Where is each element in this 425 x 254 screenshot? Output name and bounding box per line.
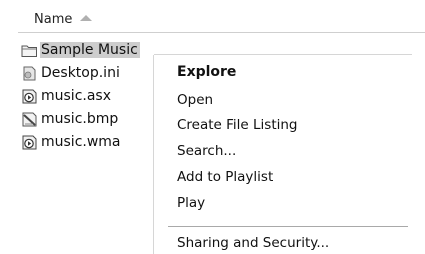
file-name: Sample Music: [40, 42, 140, 58]
file-name: music.asx: [41, 88, 111, 104]
media-file-icon: [22, 89, 37, 103]
file-name: music.bmp: [41, 111, 119, 127]
menu-item-add-to-playlist[interactable]: Add to Playlist: [177, 169, 273, 185]
menu-item-explore[interactable]: Explore: [177, 64, 236, 80]
name-column-label: Name: [34, 11, 73, 27]
sort-ascending-icon: [80, 15, 93, 21]
menu-item-open[interactable]: Open: [177, 92, 213, 108]
file-item-music-wma[interactable]: music.wma: [21, 132, 166, 152]
menu-separator: [168, 226, 408, 227]
folder-icon: [21, 45, 37, 57]
menu-item-play[interactable]: Play: [177, 195, 205, 211]
menu-item-create-file-listing[interactable]: Create File Listing: [177, 117, 298, 133]
media-file-icon: [22, 135, 37, 149]
file-item-desktop-ini[interactable]: Desktop.ini: [21, 63, 166, 83]
menu-item-sharing-and-security[interactable]: Sharing and Security...: [177, 235, 329, 251]
bitmap-file-icon: [22, 112, 37, 126]
file-name: music.wma: [41, 134, 121, 150]
name-column-header[interactable]: Name: [18, 6, 425, 33]
settings-file-icon: [23, 66, 36, 80]
file-item-music-bmp[interactable]: music.bmp: [21, 109, 166, 129]
file-name: Desktop.ini: [41, 65, 120, 81]
file-list: Sample Music Desktop.ini music.asx music…: [21, 40, 166, 155]
file-item-sample-music[interactable]: Sample Music: [21, 40, 166, 60]
menu-item-search[interactable]: Search...: [177, 143, 236, 159]
context-menu: Explore Open Create File Listing Search.…: [154, 55, 412, 254]
file-item-music-asx[interactable]: music.asx: [21, 86, 166, 106]
